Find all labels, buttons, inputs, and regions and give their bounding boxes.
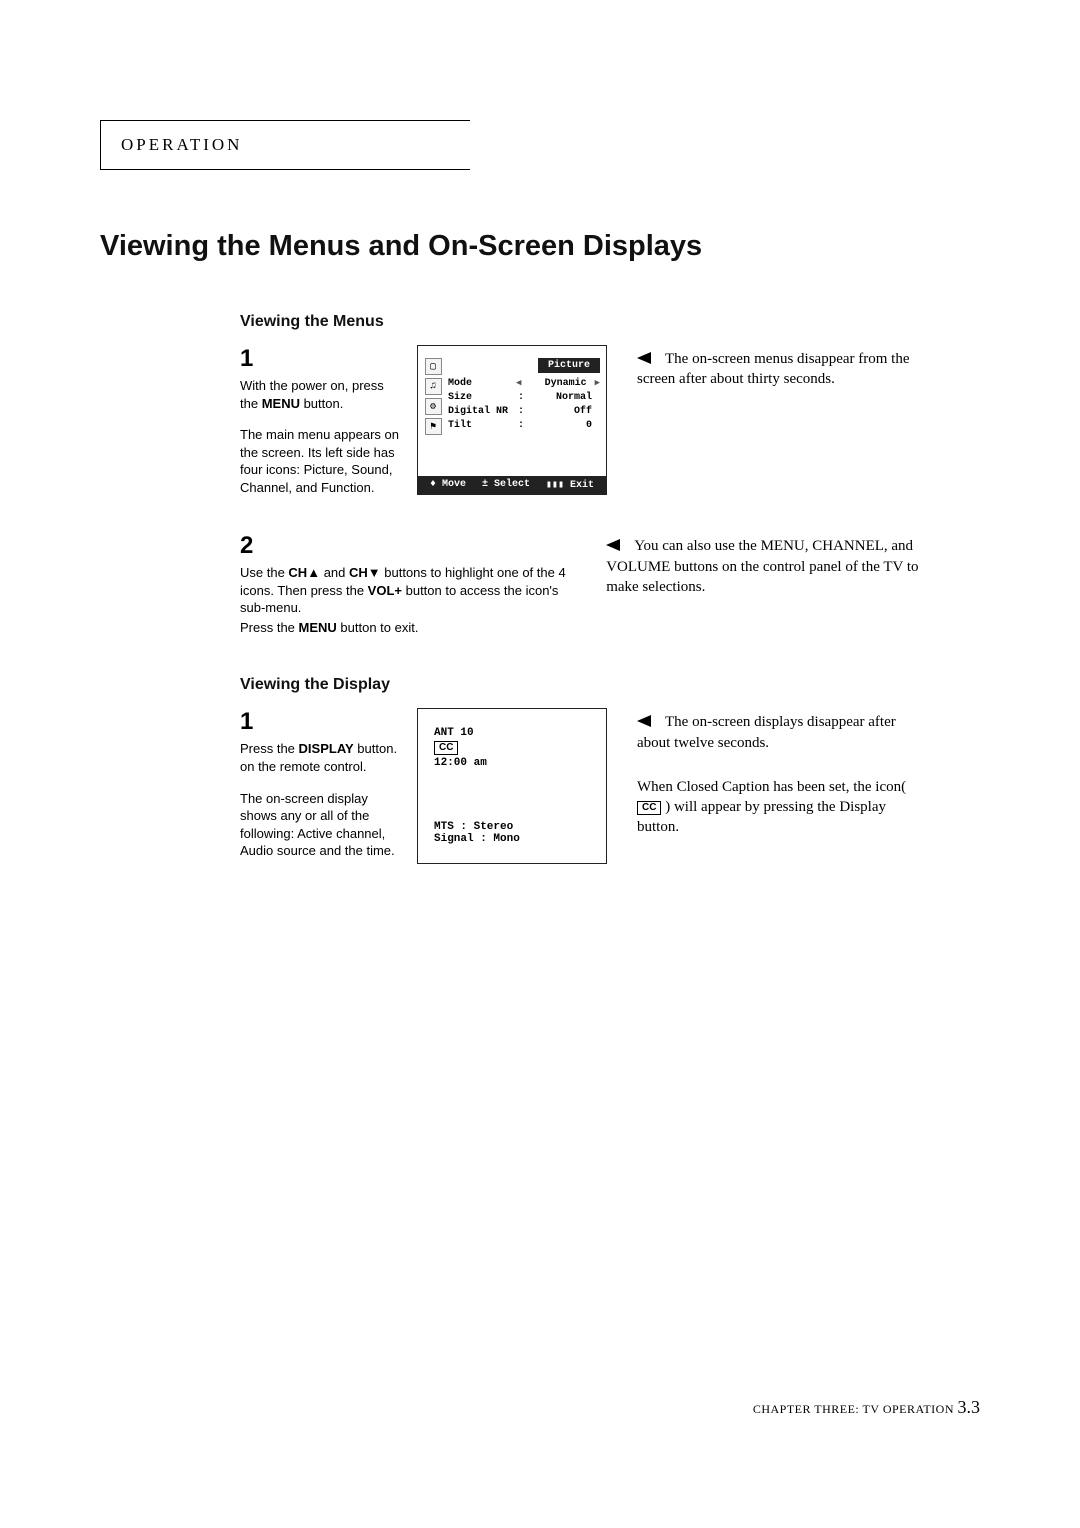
t: button to exit.: [337, 620, 419, 635]
i: ⚙: [430, 401, 436, 413]
note-text: You can also use the MENU, CHANNEL, and …: [606, 538, 918, 595]
i: ♫: [430, 381, 436, 392]
function-icon: ⚑: [425, 418, 442, 435]
tv-menu-row: Mode ◀ Dynamic ▶: [448, 376, 600, 390]
step1-para2: The main menu appears on the screen. Its…: [240, 426, 405, 496]
v: Off: [526, 406, 600, 417]
tv-menu-sidebar: ▢ ♫ ⚙ ⚑: [424, 358, 442, 435]
step-number-2: 2: [240, 532, 596, 560]
menu-bold: MENU: [299, 620, 337, 635]
cc-badge-icon: CC: [434, 741, 458, 755]
left-pointer-icon: [637, 715, 651, 727]
i: ⚑: [430, 421, 436, 433]
k: Mode: [448, 378, 516, 389]
footer-page-num: 3.3: [958, 1397, 981, 1417]
t: When Closed Caption has been set, the ic…: [637, 779, 906, 795]
left-pointer-icon: [606, 539, 620, 551]
tv-menu-row: Digital NR : Off: [448, 404, 600, 418]
step2-text: Use the CH▲ and CH▼ buttons to highlight…: [240, 564, 580, 617]
k: Size: [448, 392, 516, 403]
chdn-bold: CH▼: [349, 565, 381, 580]
display-step-number-1: 1: [240, 708, 405, 736]
step-number-1: 1: [240, 345, 405, 373]
display-signal: Signal : Mono: [434, 833, 520, 845]
v: Dynamic: [521, 378, 594, 389]
t: Press the: [240, 620, 299, 635]
tri-right-icon: ▶: [595, 378, 600, 388]
operation-header: OPERATION: [100, 120, 470, 170]
tv-menu-title: Picture: [538, 358, 600, 373]
sound-icon: ♫: [425, 378, 442, 395]
t: button.: [300, 396, 343, 411]
note-text: The on-screen displays disappear after a…: [637, 714, 896, 750]
display-illustration: ANT 10 CC 12:00 am MTS : Stereo Signal :…: [417, 708, 607, 864]
k: Tilt: [448, 420, 516, 431]
note-text: The on-screen menus disappear from the s…: [637, 351, 910, 387]
page-footer: CHAPTER THREE: TV OPERATION 3.3: [753, 1397, 980, 1418]
display-step1-text: Press the DISPLAY button. on the remote …: [240, 740, 405, 775]
step2-para2: Press the MENU button to exit.: [240, 619, 580, 637]
sep: :: [516, 406, 526, 417]
note-display: The on-screen displays disappear after a…: [637, 708, 930, 864]
note-menus-1: The on-screen menus disappear from the s…: [637, 345, 930, 496]
picture-icon: ▢: [425, 358, 442, 375]
t: Press the: [240, 741, 299, 756]
tv-menu-row: Tilt : 0: [448, 418, 600, 432]
i: ▢: [430, 361, 436, 373]
v: Normal: [526, 392, 600, 403]
display-bold: DISPLAY: [299, 741, 354, 756]
sep: :: [516, 392, 526, 403]
k: Digital NR: [448, 406, 516, 417]
section-heading-display: Viewing the Display: [240, 676, 930, 694]
v: 0: [526, 420, 600, 431]
section-heading-menus: Viewing the Menus: [240, 313, 930, 331]
chup-bold: CH▲: [288, 565, 320, 580]
step1-text: With the power on, press the MENU button…: [240, 377, 405, 412]
display-mts: MTS : Stereo: [434, 821, 520, 833]
tv-menu-footer: ♦ Move ± Select ▮▮▮ Exit: [418, 476, 606, 494]
sep: :: [516, 420, 526, 431]
note-cc: When Closed Caption has been set, the ic…: [637, 777, 930, 838]
display-step1-para2: The on-screen display shows any or all o…: [240, 790, 405, 860]
tv-menu-illustration: ▢ ♫ ⚙ ⚑ Picture Mode ◀ Dynamic ▶ Size :: [417, 345, 607, 495]
note-menus-2: You can also use the MENU, CHANNEL, and …: [606, 532, 930, 636]
display-ant-line: ANT 10: [434, 727, 590, 739]
move-hint: ♦ Move: [430, 479, 466, 491]
display-step1-block: 1 Press the DISPLAY button. on the remot…: [240, 708, 607, 864]
t: Use the: [240, 565, 288, 580]
t: ) will appear by pressing the Display bu…: [637, 799, 886, 835]
tv-menu-row: Size : Normal: [448, 390, 600, 404]
operation-label: OPERATION: [121, 135, 242, 154]
exit-hint: ▮▮▮ Exit: [546, 479, 594, 491]
select-hint: ± Select: [482, 479, 530, 491]
t: and: [320, 565, 349, 580]
display-time: 12:00 am: [434, 757, 590, 769]
channel-icon: ⚙: [425, 398, 442, 415]
step1-block: 1 With the power on, press the MENU butt…: [240, 345, 607, 496]
left-pointer-icon: [637, 352, 651, 364]
vol-bold: VOL+: [368, 583, 402, 598]
menu-bold: MENU: [262, 396, 300, 411]
page-title: Viewing the Menus and On-Screen Displays: [100, 230, 930, 263]
cc-badge-icon: CC: [637, 801, 661, 815]
footer-chapter: CHAPTER THREE: TV OPERATION: [753, 1402, 958, 1416]
